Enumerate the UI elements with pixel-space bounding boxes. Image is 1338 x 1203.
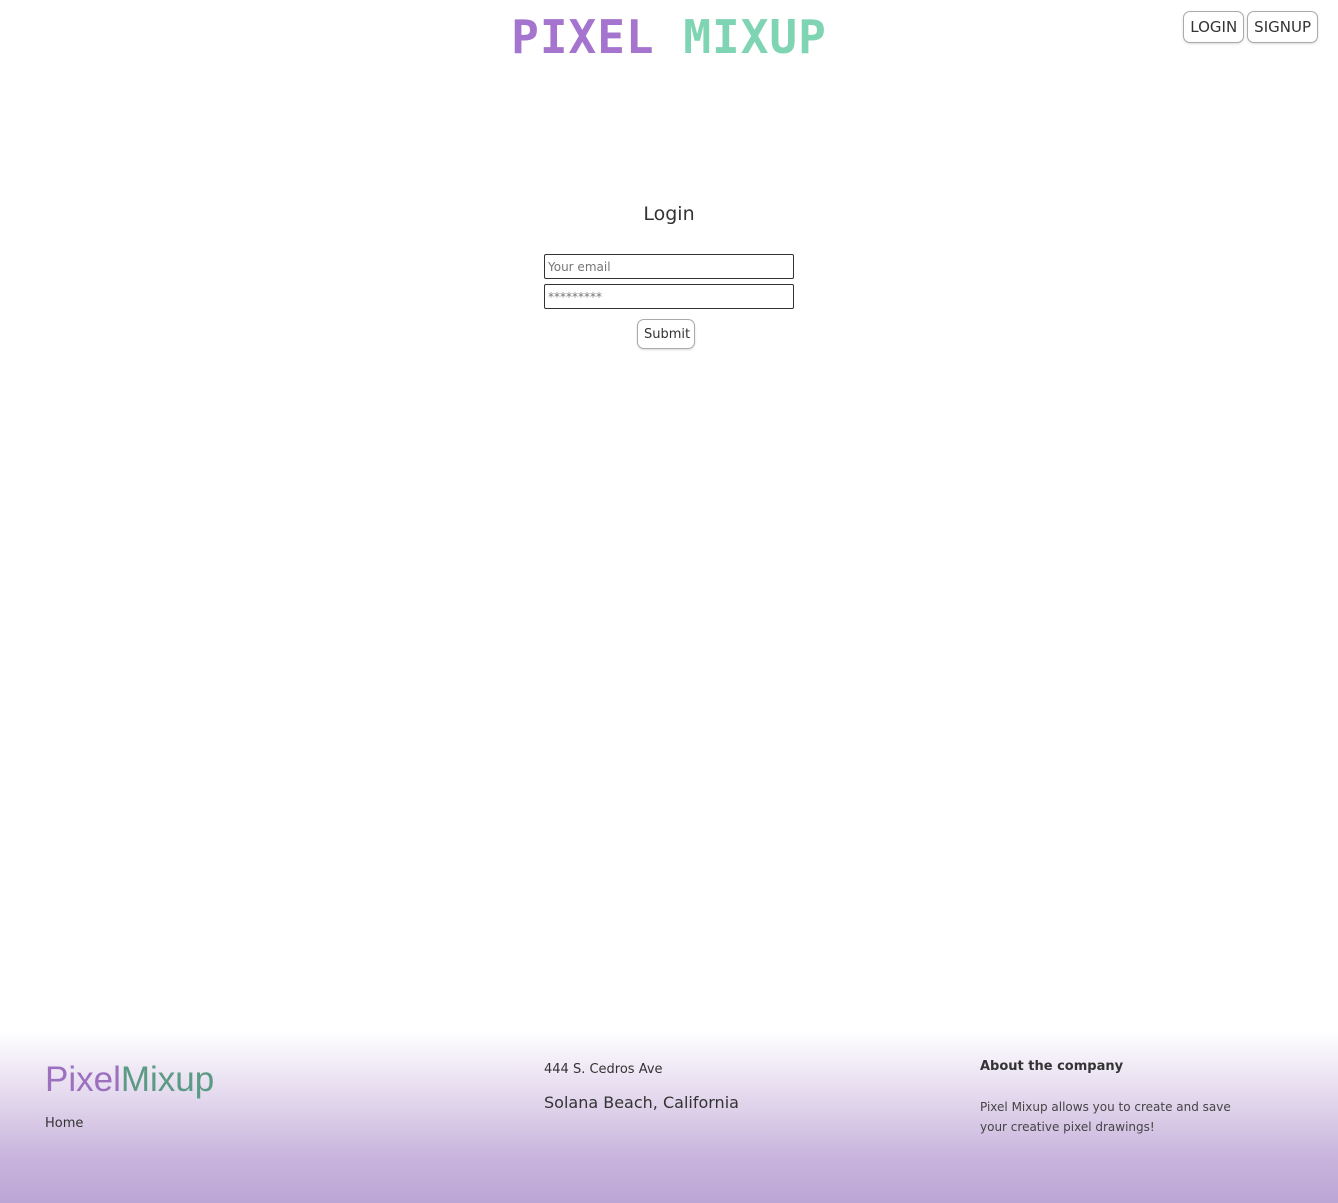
email-input[interactable] — [544, 254, 794, 279]
password-input[interactable] — [544, 284, 794, 309]
logo-word-mixup: MIXUP — [683, 10, 827, 64]
about-description: Pixel Mixup allows you to create and sav… — [980, 1100, 1231, 1134]
logo-word-pixel: PIXEL — [511, 10, 655, 64]
auth-nav: LOGIN SIGNUP — [1183, 11, 1318, 43]
footer-brand-pixel: Pixel — [45, 1060, 121, 1099]
site-footer: PixelMixup Home 444 S. Cedros Ave Solana… — [0, 1030, 1338, 1203]
about-heading: About the company — [980, 1059, 1124, 1074]
page: PIXEL MIXUP LOGIN SIGNUP Login Submit Pi… — [0, 0, 1338, 1203]
footer-brand-mixup: Mixup — [120, 1060, 215, 1099]
submit-button[interactable]: Submit — [637, 319, 695, 349]
login-button[interactable]: LOGIN — [1183, 11, 1245, 43]
login-title: Login — [643, 203, 695, 225]
signup-button[interactable]: SIGNUP — [1247, 11, 1318, 43]
address-city: Solana Beach, California — [544, 1093, 739, 1112]
site-logo[interactable]: PIXEL MIXUP — [0, 14, 1338, 60]
footer-home-link[interactable]: Home — [45, 1116, 83, 1131]
address-street: 444 S. Cedros Ave — [544, 1062, 663, 1077]
footer-brand: PixelMixup — [45, 1060, 214, 1100]
